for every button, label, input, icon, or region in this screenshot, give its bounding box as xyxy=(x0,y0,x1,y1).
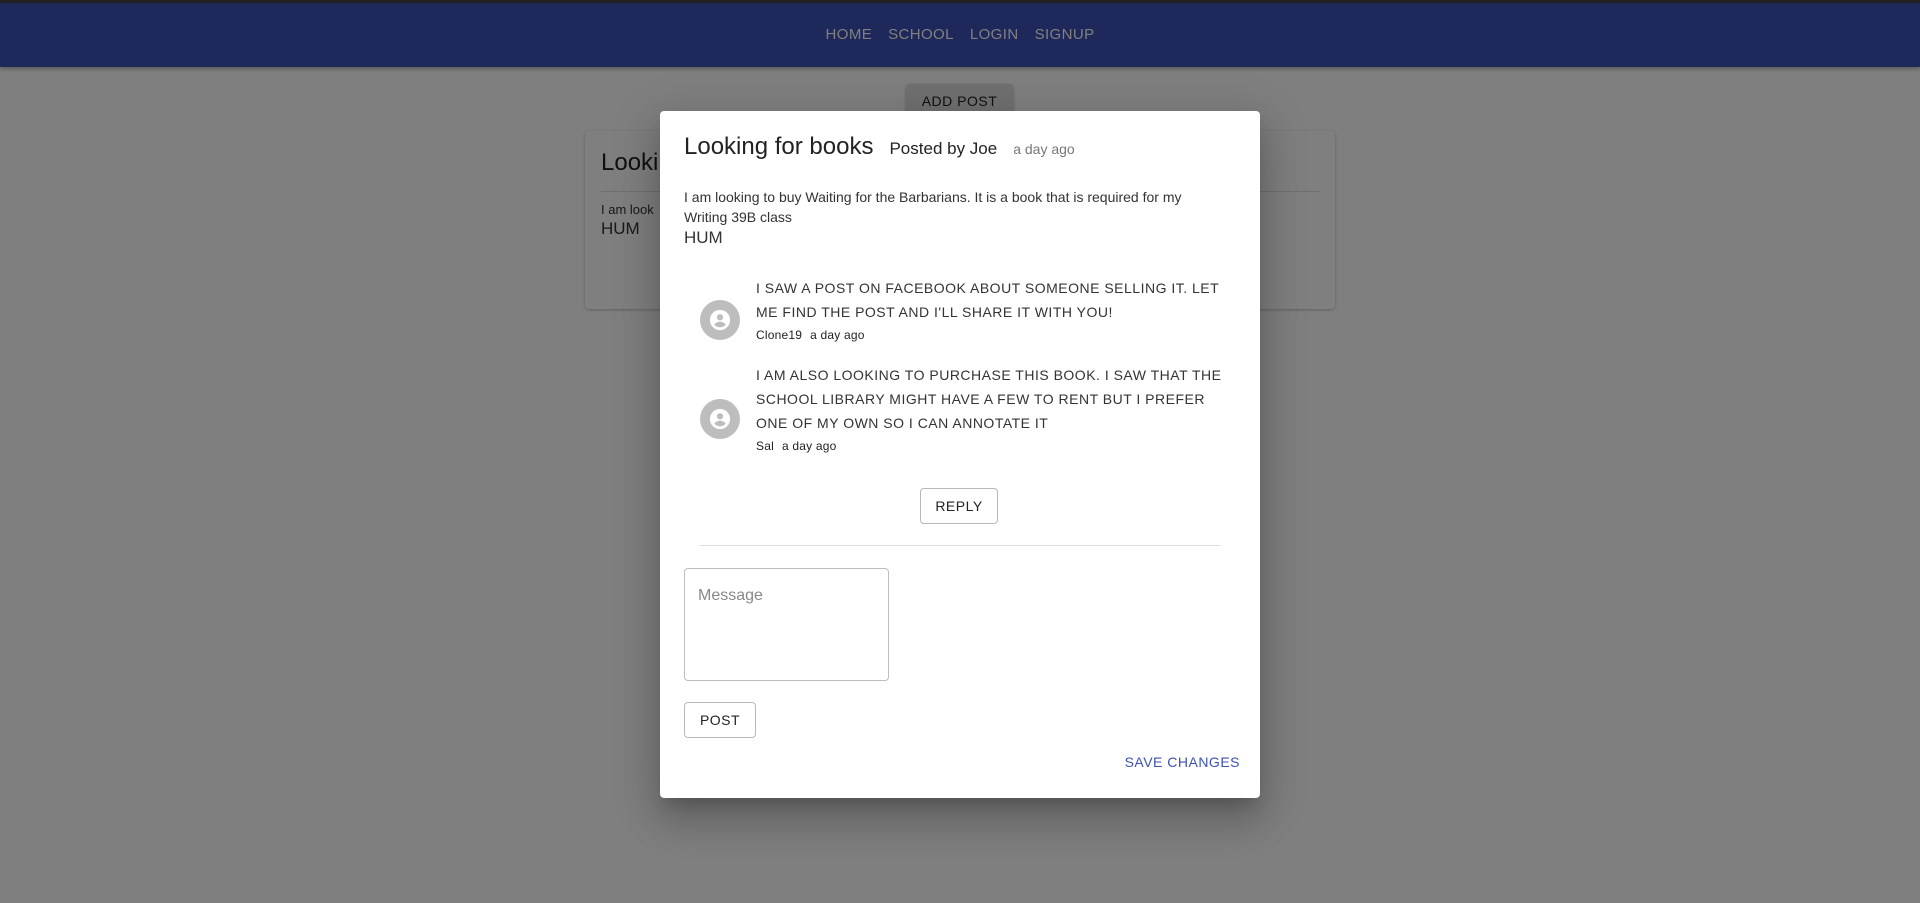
post-button[interactable]: POST xyxy=(684,702,756,738)
comment-author: Sal xyxy=(756,439,774,453)
account-circle-icon xyxy=(709,408,731,430)
comment-time: a day ago xyxy=(810,328,865,342)
reply-button[interactable]: REPLY xyxy=(920,488,998,524)
message-field[interactable] xyxy=(684,568,889,681)
dialog-title: Looking for books xyxy=(684,133,874,160)
comment-text: I am also looking to purchase this book.… xyxy=(756,367,1222,431)
post-timestamp: a day ago xyxy=(1013,141,1075,157)
comment-meta: Sal a day ago xyxy=(756,439,836,453)
post-dialog: Looking for books Posted by Joe a day ag… xyxy=(660,111,1260,798)
avatar xyxy=(700,399,740,439)
post-tag: HUM xyxy=(684,228,723,247)
comment-meta: Clone19 a day ago xyxy=(756,328,865,342)
posted-by: Posted by Joe xyxy=(889,139,998,158)
account-circle-icon xyxy=(709,309,731,331)
avatar xyxy=(700,300,740,340)
save-changes-button[interactable]: SAVE CHANGES xyxy=(1100,754,1240,770)
comment-time: a day ago xyxy=(781,439,837,453)
dialog-header: Looking for books Posted by Joe a day ag… xyxy=(684,133,1075,161)
comment-author: Clone19 xyxy=(756,328,803,342)
post-body: I am looking to buy Waiting for the Barb… xyxy=(684,189,1182,225)
divider xyxy=(700,545,1220,546)
comment-text: I saw a post on Facebook about someone s… xyxy=(756,280,1219,320)
